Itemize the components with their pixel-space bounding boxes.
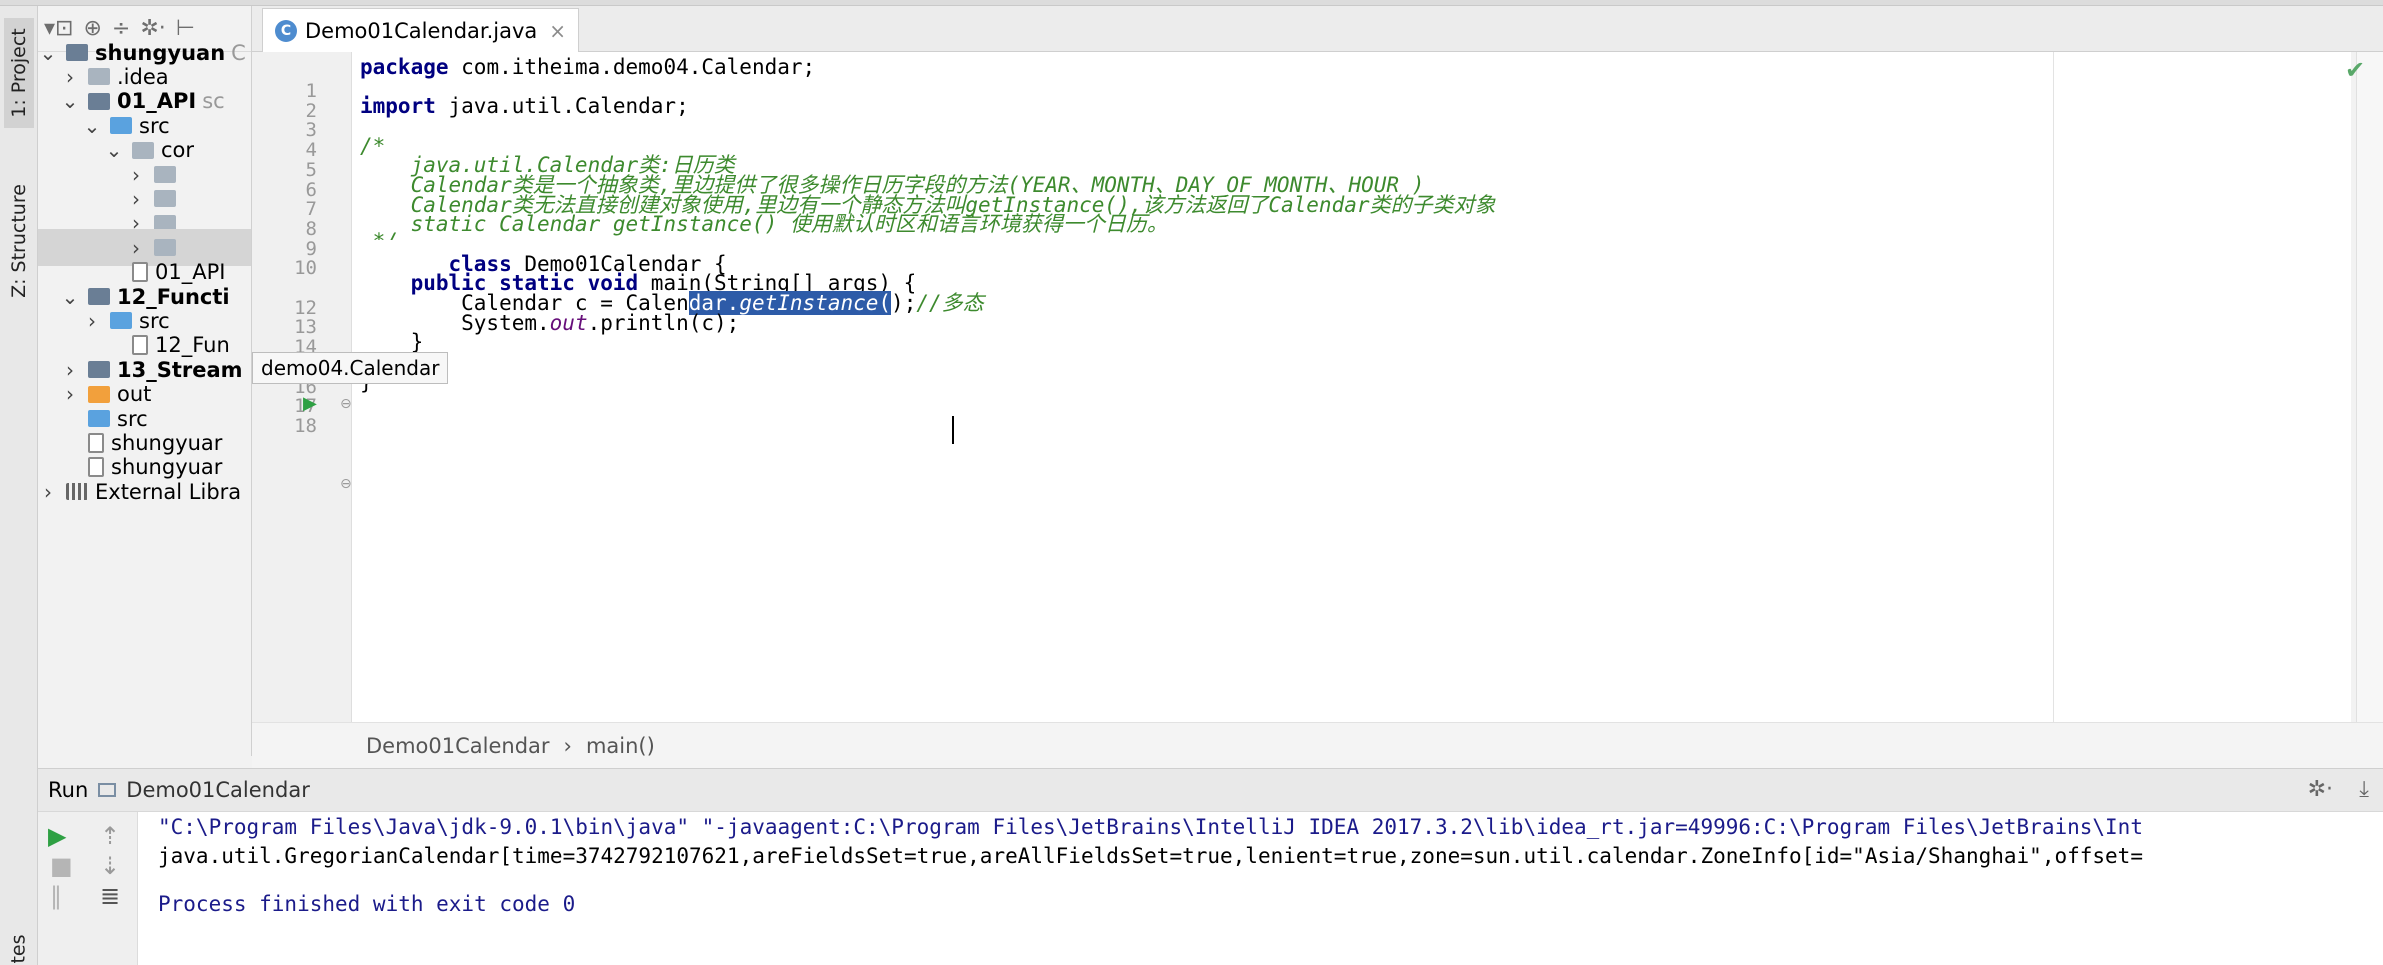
line-number: 7 bbox=[305, 198, 317, 221]
chevron-right-icon[interactable]: › bbox=[38, 480, 58, 504]
editor-tab-demo01calendar[interactable]: C Demo01Calendar.java × bbox=[262, 8, 580, 52]
fold-icon[interactable]: ⊖ bbox=[340, 476, 352, 492]
line-number: 9 bbox=[305, 237, 317, 260]
line-number: 13 bbox=[294, 316, 317, 339]
run-toolbar: ▶ ⇡ ■ ⇣ ‖ ≣ bbox=[38, 812, 138, 965]
right-margin-guide bbox=[2053, 52, 2054, 722]
favorites-tool-tab[interactable]: tes bbox=[4, 926, 34, 965]
rerun-icon[interactable]: ▶ bbox=[48, 822, 66, 850]
code-line-10: */ bbox=[360, 226, 398, 240]
editor-scrollbar[interactable] bbox=[2356, 52, 2383, 722]
down-arrow-icon[interactable]: ⇣ bbox=[100, 852, 120, 880]
code-line-3: import java.util.Calendar; bbox=[360, 94, 689, 118]
project-panel: ▾⊡ ⊕ ÷ ✲· ⊢ ⌄ shungyuan C › .idea ⌄ 01_API sc ⌄ s… bbox=[38, 6, 252, 756]
breadcrumb-method[interactable]: main() bbox=[586, 734, 655, 758]
run-panel-title: Run bbox=[48, 778, 89, 802]
breadcrumb-class[interactable]: Demo01Calendar bbox=[366, 734, 550, 758]
run-console[interactable]: "C:\Program Files\Java\jdk-9.0.1\bin\jav… bbox=[138, 812, 2383, 965]
editor-tab-bar: C Demo01Calendar.java × bbox=[252, 6, 2383, 52]
editor-gutter: 1234567891012131415161718 bbox=[252, 52, 352, 722]
pause-icon[interactable]: ‖ bbox=[50, 882, 62, 910]
checkmark-icon: ✔ bbox=[2345, 56, 2366, 84]
tree-item[interactable]: › External Libra bbox=[38, 473, 251, 510]
editor-tab-label: Demo01Calendar.java bbox=[305, 18, 538, 43]
fold-icon[interactable]: ⊖ bbox=[340, 396, 352, 412]
stop-icon[interactable]: ■ bbox=[50, 852, 73, 880]
breadcrumb: Demo01Calendar › main() bbox=[252, 722, 2383, 768]
console-line: java.util.GregorianCalendar[time=3742792… bbox=[158, 844, 2143, 868]
structure-tool-tab[interactable]: Z: Structure bbox=[4, 166, 34, 316]
console-line: Process finished with exit code 0 bbox=[158, 892, 576, 916]
code-line-1: package com.itheima.demo04.Calendar; bbox=[360, 55, 816, 79]
console-line: "C:\Program Files\Java\jdk-9.0.1\bin\jav… bbox=[158, 815, 2143, 839]
tool-window-strip: 1: Project Z: Structure tes bbox=[0, 6, 38, 965]
line-number: 10 bbox=[294, 257, 317, 280]
java-class-icon: C bbox=[275, 19, 297, 42]
line-number: 6 bbox=[305, 178, 317, 201]
line-number: 3 bbox=[305, 119, 317, 142]
code-editor[interactable]: package com.itheima.demo04.Calendar; imp… bbox=[352, 52, 2351, 722]
tree-item-label: External Libra bbox=[95, 479, 242, 504]
close-icon[interactable]: × bbox=[549, 19, 566, 43]
line-number: 2 bbox=[305, 99, 317, 122]
code-line-9: static Calendar getInstance() 使用默认时区和语言环… bbox=[360, 212, 1168, 236]
run-main-icon[interactable]: ▶ bbox=[303, 393, 317, 414]
line-number: 12 bbox=[294, 296, 317, 319]
soft-wrap-icon[interactable]: ≣ bbox=[100, 882, 120, 910]
line-number: 8 bbox=[305, 217, 317, 240]
gear-icon[interactable]: ✲· bbox=[2308, 777, 2333, 802]
chevron-right-icon: › bbox=[563, 733, 572, 758]
line-number: 4 bbox=[305, 139, 317, 162]
minimize-icon[interactable]: ⤓ bbox=[2359, 777, 2369, 802]
project-tool-tab[interactable]: 1: Project bbox=[4, 18, 34, 128]
text-cursor bbox=[952, 416, 954, 444]
tree-tooltip: demo04.Calendar bbox=[252, 352, 449, 384]
line-number: 18 bbox=[294, 414, 317, 437]
line-number: 1 bbox=[305, 80, 317, 102]
library-icon bbox=[66, 483, 88, 501]
run-config-icon bbox=[98, 783, 117, 797]
line-number: 5 bbox=[305, 158, 317, 181]
up-arrow-icon[interactable]: ⇡ bbox=[100, 822, 120, 850]
run-panel-header: Run Demo01Calendar ✲· ⤓ bbox=[38, 768, 2383, 812]
run-config-name[interactable]: Demo01Calendar bbox=[126, 778, 310, 802]
